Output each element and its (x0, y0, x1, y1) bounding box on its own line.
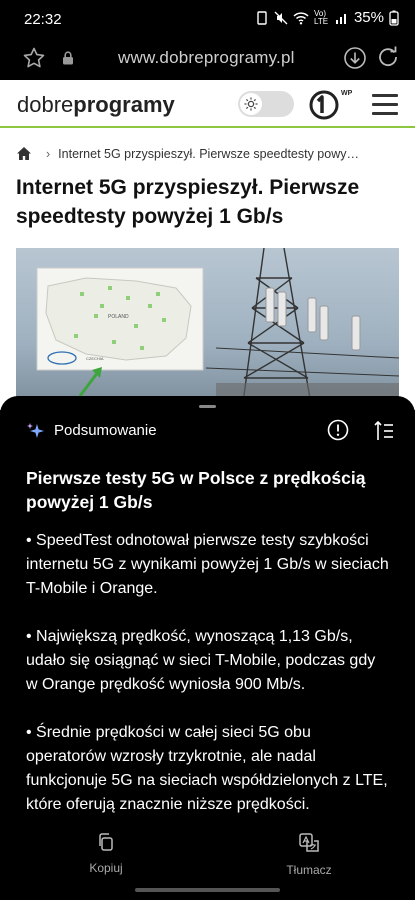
address-field[interactable]: www.dobreprogramy.pl (118, 48, 295, 68)
map-label-country: POLAND (108, 314, 129, 320)
sun-icon (244, 97, 258, 111)
summary-bullet: • Średnie prędkości w całej sieci 5G obu… (26, 724, 388, 813)
summary-bullet: • SpeedTest odnotował pierwsze testy szy… (26, 532, 389, 597)
copy-icon (99, 833, 113, 851)
copy-button[interactable]: Kopiuj (82, 832, 130, 875)
web-page: dobreprogramy WP › Internet 5G przyspies… (0, 80, 415, 410)
site-logo[interactable]: dobreprogramy (17, 92, 175, 118)
status-time: 22:32 (24, 11, 62, 28)
battery-level: 35% (353, 9, 384, 26)
article-image[interactable]: POLAND CZECHIA (16, 248, 399, 410)
site-header: dobreprogramy WP (0, 80, 415, 128)
article-title: Internet 5G przyspieszył. Pierwsze speed… (16, 176, 360, 228)
lock-icon (63, 51, 73, 65)
summary-settings-icon[interactable] (373, 420, 395, 442)
translate-icon (299, 833, 319, 852)
status-bar: 22:32 Vo) LTE 35% (0, 0, 415, 38)
summary-heading: Pierwsze testy 5G w Polsce z prędkością … (26, 468, 366, 512)
info-icon[interactable] (327, 419, 349, 441)
home-icon[interactable] (16, 146, 32, 161)
breadcrumb-current[interactable]: Internet 5G przyspieszył. Pierwsze speed… (58, 147, 359, 161)
sheet-drag-handle[interactable] (199, 405, 216, 408)
breadcrumb: › Internet 5G przyspieszył. Pierwsze spe… (16, 146, 359, 161)
navigation-gesture-bar[interactable] (135, 888, 280, 892)
download-icon[interactable] (343, 46, 367, 70)
battery-icon (389, 10, 399, 26)
sim-icon (257, 10, 267, 25)
toggle-knob (240, 93, 262, 115)
translate-button[interactable]: Tłumacz (280, 832, 338, 877)
mute-icon (274, 11, 288, 24)
summary-bullets: • SpeedTest odnotował pierwsze testy szy… (26, 529, 391, 841)
signal-icon (335, 13, 346, 24)
browser-url-bar: www.dobreprogramy.pl (0, 38, 415, 80)
menu-hamburger-icon[interactable] (372, 94, 398, 121)
reload-icon[interactable] (376, 45, 400, 69)
network-type: Vo) LTE (313, 8, 329, 26)
copy-label: Kopiuj (89, 861, 123, 875)
bookmark-star-icon[interactable] (22, 46, 46, 70)
map-label-neighbor: CZECHIA (86, 356, 104, 361)
wp-brand-logo[interactable]: WP (308, 88, 354, 125)
logo-bold-text: programy (73, 92, 175, 117)
sheet-header: Podsumowanie (26, 419, 395, 442)
chevron-right-icon: › (46, 146, 51, 161)
wp-badge-text: WP (341, 90, 353, 97)
status-icons: Vo) LTE 35% (255, 9, 399, 26)
summary-actions: Kopiuj Tłumacz (0, 832, 415, 878)
logo-regular-text: dobre (17, 92, 74, 117)
theme-toggle[interactable] (238, 91, 294, 117)
ai-sparkle-icon (27, 423, 44, 438)
summary-bottom-sheet: Podsumowanie Pierwsze testy 5G w Polsce … (0, 396, 415, 900)
summary-bullet: • Największą prędkość, wynoszącą 1,13 Gb… (26, 628, 376, 693)
translate-label: Tłumacz (286, 863, 332, 877)
wifi-icon (293, 11, 309, 24)
sheet-title: Podsumowanie (54, 422, 157, 439)
